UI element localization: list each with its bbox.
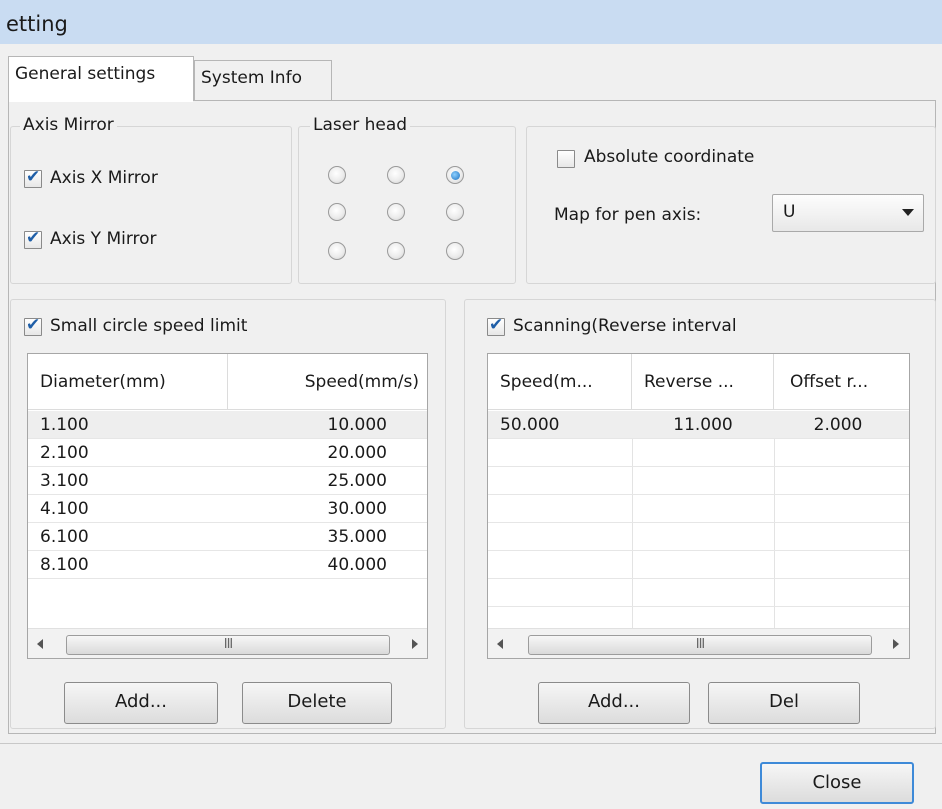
small-circle-label: Small circle speed limit [50,316,248,336]
laser-head-bottom-right-radio[interactable] [446,242,464,260]
diameter-cell: 3.100 [40,471,89,491]
table-row[interactable] [488,579,909,607]
table-row[interactable]: 6.100 35.000 [28,523,427,551]
map-pen-axis-value: U [783,202,796,222]
column-header-speed[interactable]: Speed(m... [488,354,632,410]
small-circle-add-button[interactable]: Add... [64,682,218,724]
scanning-table[interactable]: Speed(m... Reverse ... Offset r... 50.00… [487,353,910,659]
scroll-thumb[interactable]: III [528,635,872,655]
check-icon: ✔ [26,315,41,335]
speed-cell: 50.000 [500,415,560,435]
scanning-hscrollbar[interactable]: III [488,628,909,658]
close-button[interactable]: Close [760,762,914,804]
scroll-left-icon[interactable] [497,639,503,649]
diameter-cell: 2.100 [40,443,89,463]
table-row[interactable] [488,439,909,467]
laser-head-title: Laser head [310,115,411,135]
laser-head-bottom-left-radio[interactable] [328,242,346,260]
axis-y-mirror-label: Axis Y Mirror [50,229,157,249]
scroll-grip: III [695,637,706,652]
laser-head-middle-center-radio[interactable] [387,203,405,221]
laser-head-middle-right-radio[interactable] [446,203,464,221]
tab-general-settings[interactable]: General settings [8,56,194,101]
map-pen-axis-label: Map for pen axis: [554,205,702,225]
speed-cell: 25.000 [327,471,387,491]
speed-cell: 40.000 [327,555,387,575]
column-header-reverse[interactable]: Reverse ... [632,354,774,410]
table-row[interactable]: 4.100 30.000 [28,495,427,523]
tab-system-info-label: System Info [201,68,302,88]
reverse-cell: 11.000 [673,415,733,435]
scroll-left-icon[interactable] [37,639,43,649]
table-row[interactable] [488,523,909,551]
small-circle-checkbox[interactable]: ✔ [24,315,42,336]
speed-cell: 10.000 [327,415,387,435]
table-row[interactable]: 8.100 40.000 [28,551,427,579]
axis-x-mirror-label: Axis X Mirror [50,168,158,188]
laser-head-top-left-radio[interactable] [328,166,346,184]
check-icon: ✔ [26,167,41,187]
diameter-cell: 8.100 [40,555,89,575]
diameter-cell: 4.100 [40,499,89,519]
scroll-right-icon[interactable] [893,639,899,649]
map-pen-axis-select[interactable]: U [772,194,924,232]
axis-x-mirror-checkbox[interactable]: ✔ [24,167,42,188]
laser-head-middle-left-radio[interactable] [328,203,346,221]
table-row[interactable] [488,551,909,579]
column-header-speed[interactable]: Speed(mm/s) [228,354,427,410]
table-row[interactable]: 3.100 25.000 [28,467,427,495]
table-row[interactable]: 50.000 11.000 2.000 [488,411,909,439]
table-row[interactable] [488,467,909,495]
small-circle-hscrollbar[interactable]: III [28,628,427,658]
scroll-right-icon[interactable] [412,639,418,649]
laser-head-top-right-radio[interactable] [446,166,464,184]
laser-head-top-center-radio[interactable] [387,166,405,184]
small-circle-table-header: Diameter(mm) Speed(mm/s) [28,354,427,410]
speed-cell: 20.000 [327,443,387,463]
scanning-label: Scanning(Reverse interval [513,316,737,336]
axis-y-mirror-checkbox[interactable]: ✔ [24,228,42,249]
table-row[interactable]: 2.100 20.000 [28,439,427,467]
small-circle-table[interactable]: Diameter(mm) Speed(mm/s) 1.100 10.000 2.… [27,353,428,659]
active-tab-join [9,100,193,102]
check-icon: ✔ [26,228,41,248]
diameter-cell: 1.100 [40,415,89,435]
small-circle-delete-button[interactable]: Delete [242,682,392,724]
check-icon: ✔ [489,315,504,335]
title-bar: etting [0,0,942,44]
tab-general-settings-label: General settings [15,64,156,84]
axis-mirror-title: Axis Mirror [20,115,117,135]
axis-mirror-group [10,126,292,284]
scroll-grip: III [223,637,234,652]
column-header-diameter[interactable]: Diameter(mm) [28,354,228,410]
column-header-offset[interactable]: Offset r... [774,354,909,410]
scanning-checkbox[interactable]: ✔ [487,315,505,336]
laser-head-bottom-center-radio[interactable] [387,242,405,260]
absolute-coordinate-checkbox[interactable] [557,150,575,168]
scroll-thumb[interactable]: III [66,635,390,655]
tab-system-info[interactable]: System Info [194,60,332,100]
speed-cell: 35.000 [327,527,387,547]
scanning-del-button[interactable]: Del [708,682,860,724]
absolute-coordinate-label: Absolute coordinate [584,147,755,167]
offset-cell: 2.000 [813,415,863,435]
scanning-table-header: Speed(m... Reverse ... Offset r... [488,354,909,410]
speed-cell: 30.000 [327,499,387,519]
diameter-cell: 6.100 [40,527,89,547]
table-row[interactable]: 1.100 10.000 [28,411,427,439]
scanning-add-button[interactable]: Add... [538,682,690,724]
footer-separator [0,743,942,744]
table-row[interactable] [488,495,909,523]
window-title: etting [6,12,68,36]
chevron-down-icon [902,209,914,216]
